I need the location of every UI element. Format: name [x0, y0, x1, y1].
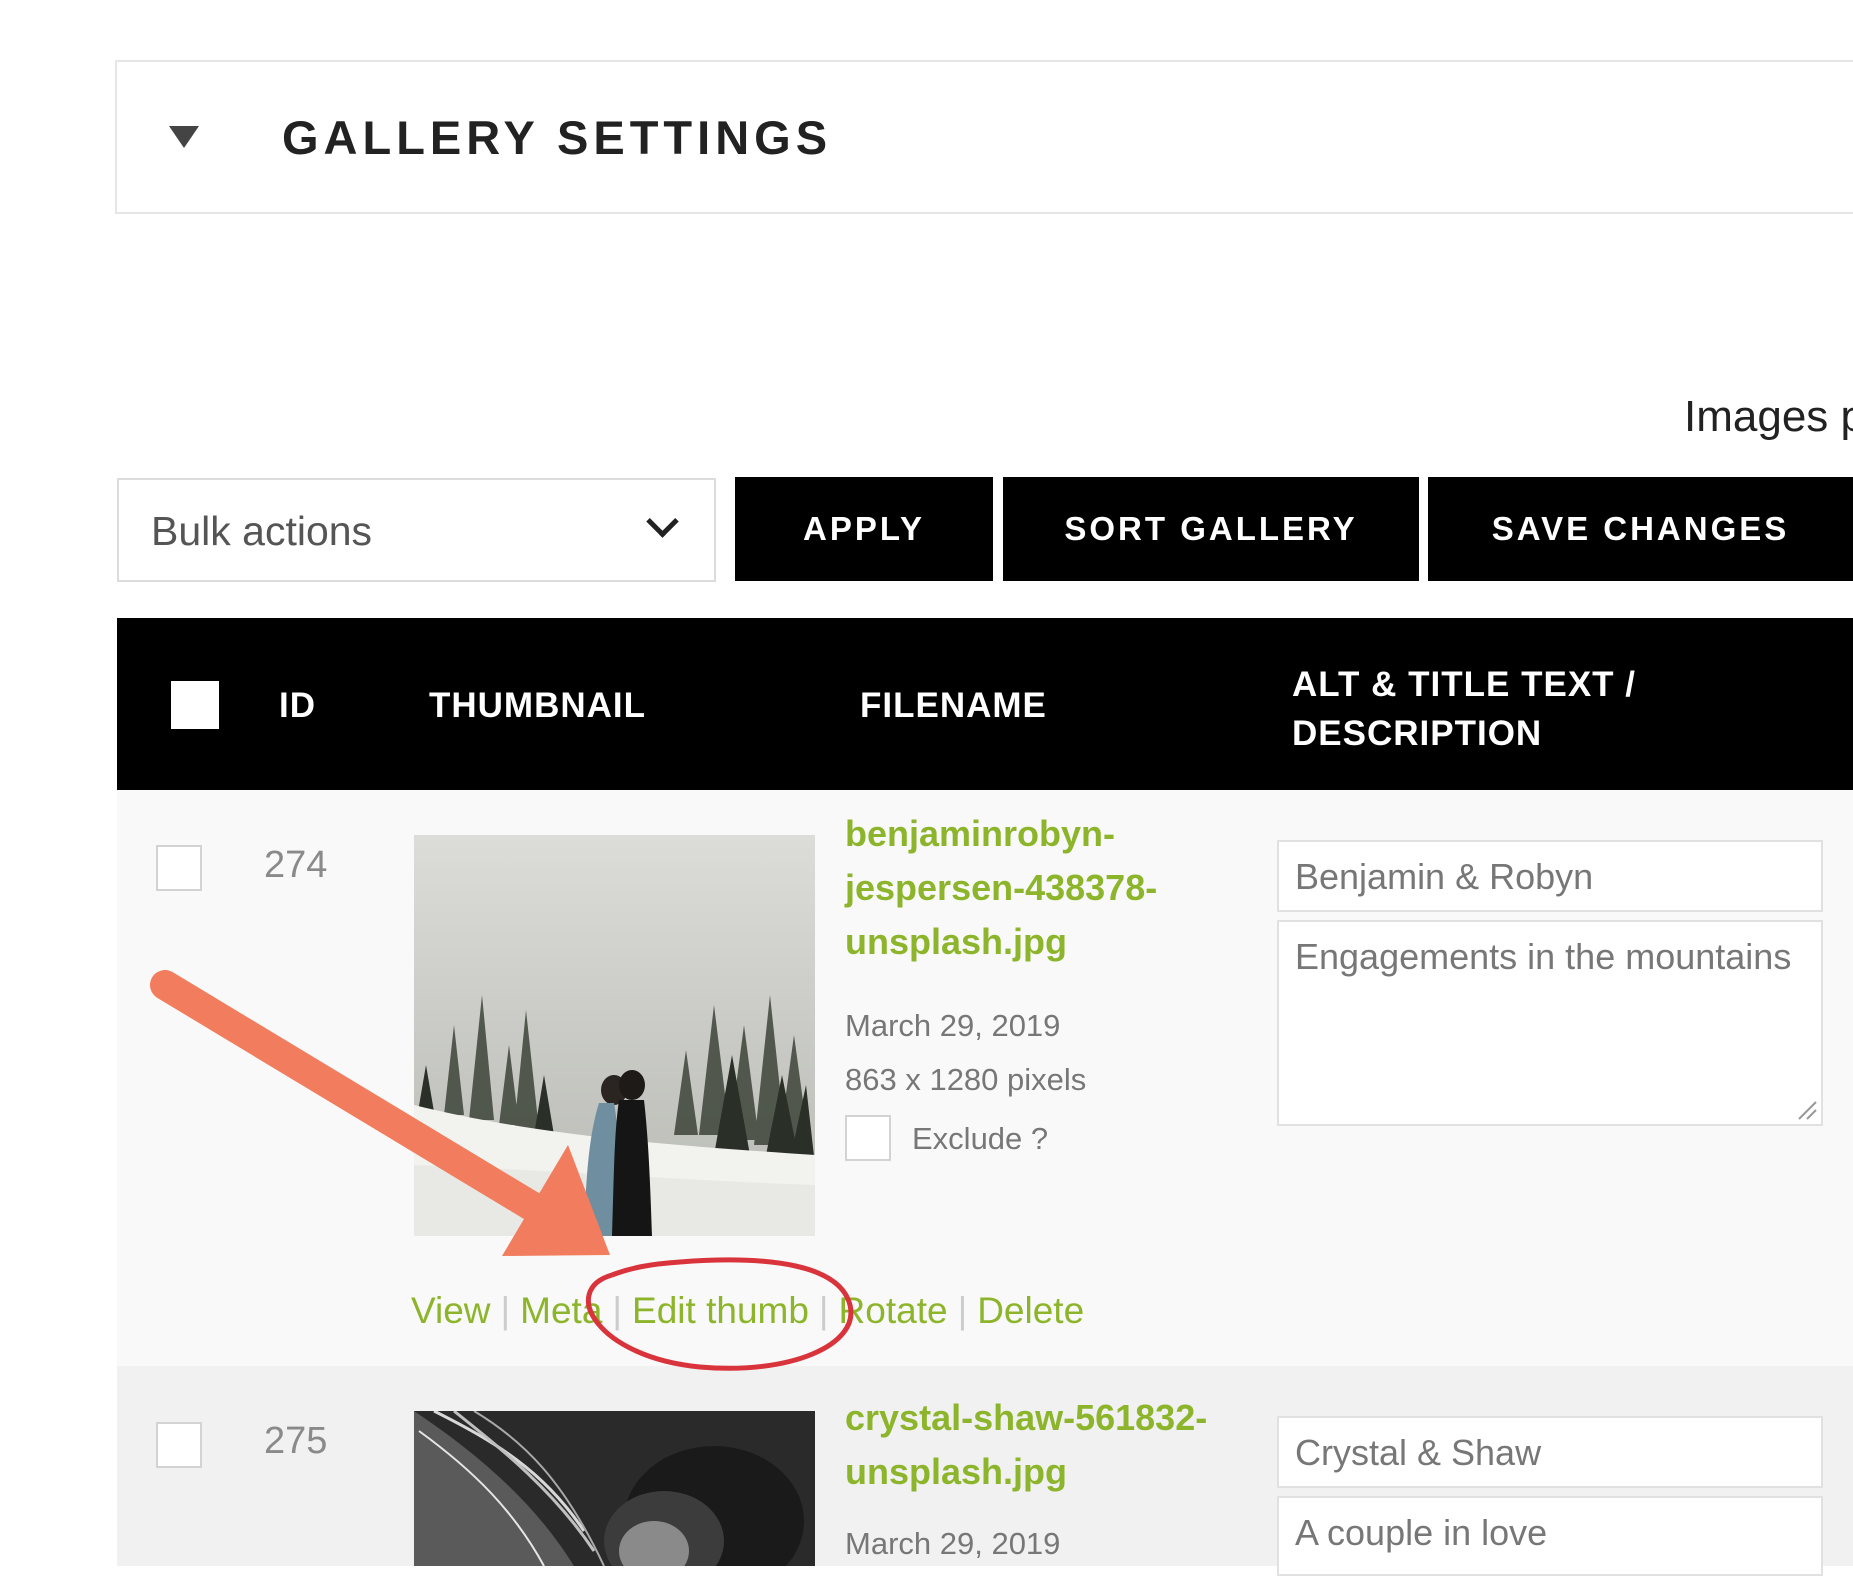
separator: | — [500, 1290, 511, 1331]
table-row: 274 benjaminrobyn- jespersen-438378- uns… — [117, 790, 1853, 1366]
column-header-filename[interactable]: FILENAME — [860, 686, 1047, 726]
meta-link[interactable]: Meta — [520, 1290, 602, 1331]
save-changes-button[interactable]: SAVE CHANGES — [1428, 477, 1853, 581]
thumbnail-image[interactable] — [414, 1411, 815, 1566]
gallery-settings-title: GALLERY SETTINGS — [282, 111, 833, 164]
image-id: 275 — [264, 1420, 328, 1462]
apply-button[interactable]: APPLY — [735, 477, 993, 581]
resize-grip-icon[interactable] — [1795, 1098, 1817, 1120]
filename-line: jespersen-438378- — [845, 867, 1158, 908]
bulk-actions-label: Bulk actions — [151, 508, 373, 554]
delete-link[interactable]: Delete — [977, 1290, 1084, 1331]
sort-gallery-button[interactable]: SORT GALLERY — [1003, 477, 1419, 581]
separator: | — [612, 1290, 623, 1331]
edit-thumb-link[interactable]: Edit thumb — [632, 1290, 809, 1331]
chevron-down-icon — [646, 505, 679, 538]
filename-line: unsplash.jpg — [845, 921, 1068, 962]
filename-line: unsplash.jpg — [845, 1451, 1068, 1492]
separator: | — [957, 1290, 968, 1331]
row-checkbox[interactable] — [156, 845, 202, 891]
table-header: ID THUMBNAIL FILENAME ALT & TITLE TEXT /… — [117, 618, 1853, 790]
couple-bw-photo — [414, 1411, 815, 1566]
description-textarea[interactable]: Engagements in the mountains — [1277, 920, 1823, 1126]
column-header-alt-line1: ALT & TITLE TEXT / — [1292, 665, 1636, 704]
view-link[interactable]: View — [411, 1290, 491, 1331]
exclude-checkbox[interactable] — [845, 1115, 891, 1161]
filename-link[interactable]: benjaminrobyn- jespersen-438378- unsplas… — [845, 807, 1245, 969]
alt-title-input[interactable]: Benjamin & Robyn — [1277, 840, 1823, 912]
gallery-settings-panel: GALLERY SETTINGS — [115, 60, 1853, 214]
row-actions: View | Meta | Edit thumb | Rotate | Delete — [411, 1290, 1084, 1332]
filename-line: benjaminrobyn- — [845, 813, 1116, 854]
table-row: 275 crystal-shaw-561832- unsplash.jpg Ma… — [117, 1366, 1853, 1576]
description-text: Engagements in the mountains — [1295, 936, 1792, 977]
column-header-thumbnail: THUMBNAIL — [429, 686, 647, 725]
column-header-id[interactable]: ID — [279, 686, 316, 726]
bulk-actions-select[interactable]: Bulk actions — [117, 478, 716, 582]
upload-date: March 29, 2019 — [845, 1526, 1061, 1561]
image-id: 274 — [264, 844, 328, 886]
separator: | — [818, 1290, 829, 1331]
images-per-page-label: Images p — [1684, 392, 1853, 441]
thumbnail-image[interactable] — [414, 835, 815, 1236]
mountain-couple-photo — [414, 835, 815, 1236]
rotate-link[interactable]: Rotate — [839, 1290, 948, 1331]
image-dimensions: 863 x 1280 pixels — [845, 1062, 1087, 1097]
exclude-label: Exclude ? — [912, 1121, 1049, 1156]
filename-line: crystal-shaw-561832- — [845, 1397, 1208, 1438]
description-textarea[interactable]: A couple in love — [1277, 1496, 1823, 1576]
collapse-triangle-icon[interactable] — [169, 126, 199, 148]
alt-title-input[interactable]: Crystal & Shaw — [1277, 1416, 1823, 1488]
description-text: A couple in love — [1295, 1512, 1548, 1553]
column-header-alt-line2: DESCRIPTION — [1292, 714, 1543, 753]
filename-link[interactable]: crystal-shaw-561832- unsplash.jpg — [845, 1391, 1265, 1499]
upload-date: March 29, 2019 — [845, 1008, 1061, 1043]
column-header-alt-description: ALT & TITLE TEXT / DESCRIPTION — [1292, 660, 1636, 758]
row-checkbox[interactable] — [156, 1422, 202, 1468]
select-all-checkbox[interactable] — [171, 681, 219, 729]
